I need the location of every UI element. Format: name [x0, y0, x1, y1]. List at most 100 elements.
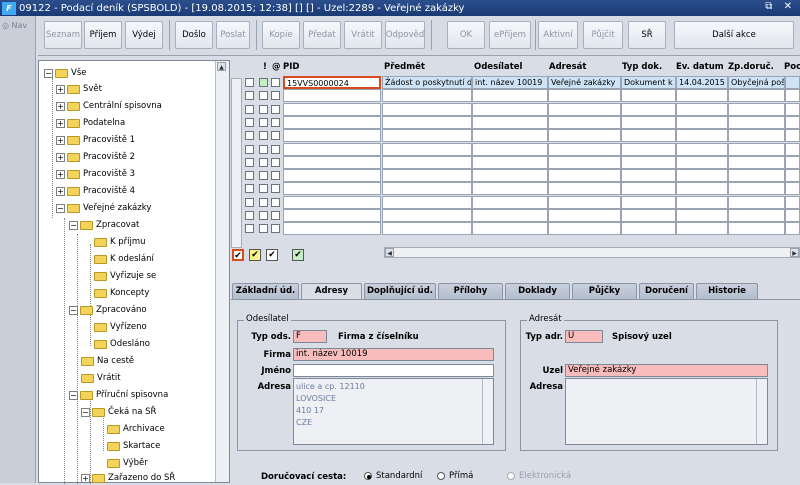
cell-zpdoruc[interactable]	[728, 89, 785, 103]
col-predmet-header[interactable]: Předmět	[384, 62, 425, 72]
tree-node-zpracovat[interactable]: − Zpracovat	[69, 218, 139, 232]
tab-prilohy[interactable]: Přílohy	[438, 283, 503, 299]
cell-odesilatel[interactable]: int. název 10019	[472, 76, 548, 89]
cell-evdatum[interactable]	[676, 155, 728, 169]
nav-toggle[interactable]: ◎ Nav	[0, 16, 35, 30]
col-adresat-header[interactable]: Adresát	[549, 62, 586, 72]
tree-node-archivace[interactable]: Archivace	[107, 422, 165, 436]
radio-standardni[interactable]: Standardní	[364, 471, 422, 481]
table-row[interactable]	[231, 102, 800, 117]
cell-predmet[interactable]	[382, 222, 472, 236]
cell-pid[interactable]	[283, 182, 381, 196]
typ-ods-field[interactable]: F	[293, 330, 327, 343]
expand-icon[interactable]: +	[56, 186, 65, 196]
cell-adresat[interactable]	[548, 129, 621, 143]
tree-node-vyrizeno[interactable]: Vyřízeno	[94, 320, 147, 334]
row-attach-cell[interactable]	[271, 144, 280, 154]
col-evdatum-header[interactable]: Ev. datum	[676, 62, 724, 72]
expand-icon[interactable]: +	[56, 101, 65, 111]
cell-typdok[interactable]	[621, 195, 676, 209]
table-row[interactable]	[231, 129, 800, 143]
cell-zpdoruc[interactable]	[728, 222, 785, 236]
cell-odesilatel[interactable]	[472, 102, 548, 116]
row-flag-cell[interactable]	[259, 211, 268, 220]
tab-zakladni-ud[interactable]: Základní úd.	[232, 283, 299, 299]
kopie-button[interactable]: Kopie	[262, 21, 300, 49]
doslo-button[interactable]: Došlo	[175, 21, 213, 49]
tab-doruceni[interactable]: Doručení	[639, 283, 694, 299]
cell-pid[interactable]	[283, 89, 381, 103]
table-row[interactable]	[231, 222, 800, 236]
cell-typdok[interactable]	[621, 169, 676, 183]
radio-icon[interactable]	[437, 472, 445, 480]
cell-typdok[interactable]: Dokument k V	[621, 76, 676, 89]
cell-pid[interactable]: 15VVS0000024	[283, 76, 381, 89]
cell-poc[interactable]	[785, 76, 800, 89]
filter-checkbox-white[interactable]: ✔	[266, 249, 278, 261]
cell-typdok[interactable]	[621, 115, 676, 129]
cell-predmet[interactable]	[382, 195, 472, 209]
tab-doplnujici-ud[interactable]: Doplňující úd.	[364, 283, 436, 299]
expand-icon[interactable]: +	[56, 84, 65, 94]
table-row[interactable]	[231, 182, 800, 196]
row-attach-cell[interactable]	[271, 224, 280, 234]
cell-zpdoruc[interactable]	[728, 169, 785, 183]
cell-zpdoruc[interactable]	[728, 102, 785, 116]
textarea-scrollbar[interactable]	[482, 379, 493, 444]
row-select-checkbox[interactable]	[245, 184, 254, 194]
cell-evdatum[interactable]	[676, 209, 728, 222]
row-select-checkbox[interactable]	[245, 144, 254, 154]
cell-evdatum[interactable]: 14.04.2015	[676, 76, 728, 89]
tree-node-k-prijmu[interactable]: K příjmu	[94, 235, 146, 249]
cell-poc[interactable]	[785, 155, 800, 169]
expand-icon[interactable]: +	[56, 135, 65, 145]
table-row[interactable]: 15VVS0000024 Žádost o poskytnutí dc int. n…	[231, 76, 800, 90]
cell-odesilatel[interactable]	[472, 222, 548, 236]
aktivni-button[interactable]: Aktivní	[538, 21, 578, 49]
table-row[interactable]	[231, 89, 800, 103]
tree-node-koncepty[interactable]: Koncepty	[94, 286, 149, 300]
tab-historie[interactable]: Historie	[696, 283, 758, 299]
cell-typdok[interactable]	[621, 129, 676, 143]
eprijem-button[interactable]: ePříjem	[489, 21, 531, 49]
jmeno-field[interactable]	[293, 364, 494, 377]
pujcit-button[interactable]: Půjčit	[583, 21, 623, 49]
row-select-checkbox[interactable]	[245, 117, 254, 127]
cell-odesilatel[interactable]	[472, 169, 548, 183]
cell-evdatum[interactable]	[676, 182, 728, 196]
cell-zpdoruc[interactable]	[728, 195, 785, 209]
cell-odesilatel[interactable]	[472, 182, 548, 196]
cell-adresat[interactable]	[548, 209, 621, 222]
row-attach-cell[interactable]	[271, 131, 280, 141]
cell-typdok[interactable]	[621, 89, 676, 103]
cell-predmet[interactable]	[382, 129, 472, 143]
cell-evdatum[interactable]	[676, 195, 728, 209]
cell-predmet[interactable]	[382, 102, 472, 116]
seznam-button[interactable]: Seznam	[44, 21, 82, 49]
cell-typdok[interactable]	[621, 102, 676, 116]
tree-node-pracoviste-2[interactable]: + Pracoviště 2	[56, 150, 135, 164]
window-controls[interactable]: ⧉ ✕	[765, 1, 796, 12]
collapse-icon[interactable]: −	[56, 203, 65, 213]
row-attach-cell[interactable]	[271, 157, 280, 167]
tree-node-vyrizuje-se[interactable]: Vyřizuje se	[94, 269, 156, 283]
cell-zpdoruc[interactable]	[728, 115, 785, 129]
cell-predmet[interactable]	[382, 115, 472, 129]
cell-typdok[interactable]	[621, 182, 676, 196]
cell-odesilatel[interactable]	[472, 129, 548, 143]
filter-checkbox-green[interactable]: ✔	[292, 249, 304, 261]
tab-adresy[interactable]: Adresy	[301, 283, 362, 300]
col-attach-header[interactable]: @	[272, 62, 281, 72]
radio-elektronicka[interactable]: Elektronická	[507, 471, 571, 481]
filter-checkbox-red[interactable]: ✔	[232, 249, 244, 261]
row-flag-cell[interactable]	[259, 157, 268, 167]
collapse-icon[interactable]: −	[44, 68, 53, 78]
cell-poc[interactable]	[785, 182, 800, 196]
row-attach-cell[interactable]	[271, 78, 280, 87]
uzel-field[interactable]: Veřejné zakázky	[565, 364, 768, 377]
cell-poc[interactable]	[785, 102, 800, 116]
row-flag-cell[interactable]	[259, 91, 268, 101]
row-attach-cell[interactable]	[271, 197, 280, 207]
cell-evdatum[interactable]	[676, 129, 728, 143]
table-row[interactable]	[231, 115, 800, 130]
